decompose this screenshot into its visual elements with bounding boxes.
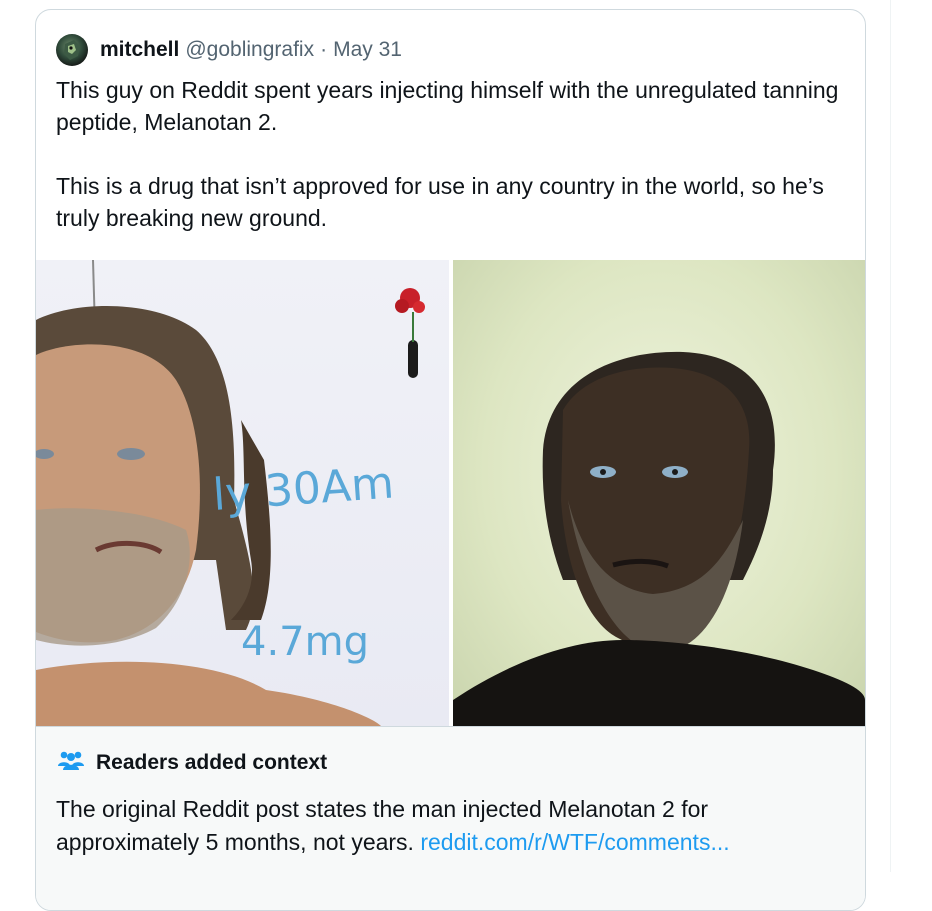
avatar[interactable]: [56, 34, 88, 66]
people-group-icon: [56, 749, 86, 776]
source-link[interactable]: reddit.com/r/WTF/comments...: [420, 829, 729, 855]
photo-before[interactable]: 4.7mg ly 30Am: [36, 260, 449, 726]
author-handle[interactable]: @goblingrafix: [185, 38, 314, 62]
tweet-card[interactable]: mitchell @goblingrafix · May 31 This guy…: [35, 9, 866, 911]
community-note-title: Readers added context: [96, 750, 328, 774]
community-note: Readers added context The original Reddi…: [36, 726, 865, 910]
tweet-text: This guy on Reddit spent years injecting…: [56, 77, 839, 231]
photo-before-image: 4.7mg ly 30Am: [36, 260, 425, 726]
column-divider: [890, 0, 891, 872]
tweet-media[interactable]: 4.7mg ly 30Am: [36, 260, 865, 726]
community-note-body: The original Reddit post states the man …: [56, 793, 836, 859]
tweet-date[interactable]: May 31: [333, 38, 402, 62]
avatar-image: [64, 40, 80, 60]
community-note-header: Readers added context: [56, 749, 327, 776]
whiteboard-text-line2: 4.7mg: [241, 619, 369, 665]
separator-dot: ·: [320, 38, 328, 61]
photo-after[interactable]: [453, 260, 865, 726]
photo-after-image: [453, 351, 865, 726]
tweet-header: mitchell @goblingrafix · May 31: [56, 34, 402, 66]
author-name[interactable]: mitchell: [100, 38, 179, 62]
whiteboard-text-line1: ly 30Am: [211, 457, 395, 521]
